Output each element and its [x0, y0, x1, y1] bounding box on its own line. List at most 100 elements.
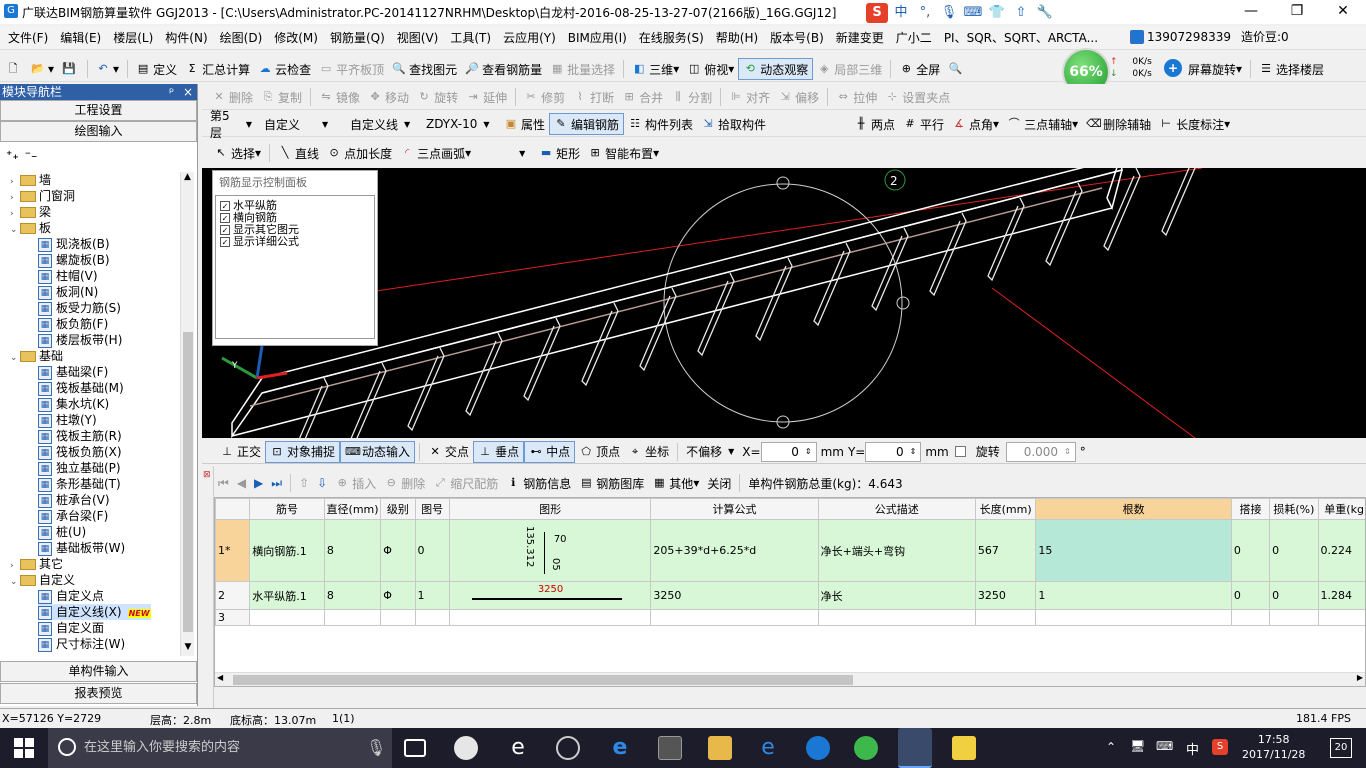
table-cell[interactable]: 3250: [650, 581, 819, 610]
tree-leaf[interactable]: ▦ 筏板主筋(R): [38, 428, 122, 444]
tree-leaf[interactable]: ▦ 基础梁(F): [38, 364, 108, 380]
panel-option[interactable]: ✓ 显示详细公式: [220, 236, 370, 248]
tree-folder[interactable]: › 其它: [10, 556, 63, 572]
report-preview-button[interactable]: 报表预览: [0, 683, 197, 704]
orbit-button[interactable]: ⟲ 动态观察: [738, 58, 814, 80]
scroll-down-icon[interactable]: ▼: [181, 642, 195, 656]
sogou-tray-icon[interactable]: S: [1212, 739, 1228, 755]
column-header[interactable]: 图号: [414, 498, 450, 520]
y-input[interactable]: 0 ⇕: [865, 441, 922, 462]
tree-folder[interactable]: ⌄ 自定义: [10, 572, 75, 588]
menu-item[interactable]: PI、SQR、SQRT、ARCTA...: [938, 27, 1104, 49]
tree-leaf[interactable]: ▦ 现浇板(B): [38, 236, 110, 252]
table-cell[interactable]: 1: [1035, 581, 1232, 610]
midpoint-button[interactable]: ⊷ 中点: [524, 440, 576, 463]
column-header[interactable]: 计算公式: [650, 498, 819, 520]
offset-select[interactable]: 不偏移 ▼: [682, 442, 738, 462]
tree-leaf[interactable]: ▦ 筏板基础(M): [38, 380, 124, 396]
column-header[interactable]: 单重(kg): [1317, 498, 1365, 520]
column-header[interactable]: 搭接: [1230, 498, 1271, 520]
view-rebar-qty-button[interactable]: 🔎 查看钢筋量: [461, 58, 546, 80]
tree-leaf[interactable]: ▦ 柱帽(V): [38, 268, 98, 284]
ime-toolbar[interactable]: S 中 °, 🎙 ⌨ 👕 ⇧ 🔧: [866, 2, 1058, 24]
checkbox[interactable]: ✓: [220, 225, 230, 235]
select-tool-button[interactable]: ↖ 选择 ▾: [210, 142, 265, 164]
glodon-g-icon[interactable]: [806, 736, 830, 760]
delete-axis-button[interactable]: ⌫ 删除辅轴: [1082, 113, 1155, 135]
floor-select[interactable]: 第5层 ▼: [206, 109, 256, 140]
spinner-icon[interactable]: ⇕: [910, 447, 917, 456]
table-cell[interactable]: 0: [1269, 581, 1319, 610]
edit-tool-button[interactable]: ⇋ 镜像: [315, 86, 364, 108]
save-button[interactable]: 💾: [58, 58, 83, 80]
project-settings-button[interactable]: 工程设置: [0, 100, 197, 121]
tree-leaf[interactable]: ▦ 承台梁(F): [38, 508, 108, 524]
rotate-checkbox[interactable]: [954, 446, 966, 457]
menu-item[interactable]: 文件(F): [2, 27, 54, 49]
table-cell[interactable]: 1*: [215, 519, 251, 582]
minimize-button[interactable]: —: [1228, 0, 1274, 24]
table-cell[interactable]: 0: [1230, 519, 1271, 582]
top-view-button[interactable]: ◫ 俯视 ▾: [683, 58, 738, 80]
menu-item[interactable]: 在线服务(S): [633, 27, 710, 49]
table-cell[interactable]: 1: [414, 581, 450, 610]
table-cell[interactable]: 横向钢筋.1: [249, 519, 325, 582]
table-cell[interactable]: 135.312 70 05: [448, 519, 652, 582]
table-cell[interactable]: [650, 609, 819, 626]
component-list-button[interactable]: ☷ 构件列表: [624, 113, 697, 135]
expander-icon[interactable]: ⌄: [10, 574, 20, 590]
zoom-search-button[interactable]: 🔍: [944, 58, 969, 80]
table-row[interactable]: 2 水平纵筋.1 8 Φ 1 3250 3250 净长 3250 1 0 0 1.284: [215, 581, 1365, 610]
table-cell[interactable]: [448, 609, 652, 626]
menu-item[interactable]: 绘图(D): [214, 27, 269, 49]
menu-item[interactable]: 新建变更: [830, 27, 890, 49]
tree-leaf[interactable]: ▦ 楼层板带(H): [38, 332, 122, 348]
tree-leaf[interactable]: ▦ 板负筋(F): [38, 316, 108, 332]
edit-tool-button[interactable]: ↻ 旋转: [413, 86, 462, 108]
scale-rebar-button[interactable]: ⤢ 缩尺配筋: [429, 472, 502, 494]
column-header[interactable]: 公式描述: [817, 498, 976, 520]
account-area[interactable]: 👤 13907298339 造价豆:0: [1130, 28, 1289, 45]
table-cell[interactable]: 8: [323, 581, 382, 610]
table-cell[interactable]: 3: [215, 609, 251, 626]
rectangle-tool-button[interactable]: ▬ 矩形: [535, 142, 584, 164]
tree-leaf[interactable]: ▦ 基础板带(W): [38, 540, 125, 556]
single-component-input-button[interactable]: 单构件输入: [0, 661, 197, 682]
category-select[interactable]: 自定义 ▼: [260, 114, 342, 134]
taskbar-search[interactable]: 在这里输入你要搜索的内容: [48, 728, 392, 768]
last-record-button[interactable]: ⏭: [267, 472, 286, 494]
menu-item[interactable]: BIM应用(I): [562, 27, 633, 49]
close-button[interactable]: ✕: [1320, 0, 1366, 24]
tree-leaf[interactable]: ▦ 自定义面: [38, 620, 104, 636]
tree-scrollbar[interactable]: ▲ ▼: [180, 172, 194, 656]
scroll-up-icon[interactable]: ▲: [181, 172, 194, 186]
table-cell[interactable]: [414, 609, 450, 626]
summary-calc-button[interactable]: Σ 汇总计算: [181, 58, 254, 80]
tree-leaf[interactable]: ▦ 自定义线(X) NEW: [38, 604, 151, 620]
edit-tool-button[interactable]: ✥ 移动: [364, 86, 413, 108]
column-header[interactable]: [215, 498, 251, 520]
dynamic-input-button[interactable]: ⌨ 动态输入: [340, 440, 416, 463]
column-header[interactable]: 级别: [380, 498, 416, 520]
edit-tool-button[interactable]: ⊹ 设置夹点: [881, 86, 954, 108]
skin-icon[interactable]: 👕: [986, 3, 1008, 23]
prev-record-button[interactable]: ◀: [233, 472, 250, 494]
table-cell[interactable]: 净长: [817, 581, 976, 610]
table-cell[interactable]: 0: [1230, 581, 1271, 610]
arc-option-select[interactable]: ▼: [475, 143, 531, 163]
element-select[interactable]: ZDYX-10 ▼: [422, 114, 496, 134]
table-cell[interactable]: [1230, 609, 1271, 626]
edit-tool-button[interactable]: ⫼ 分割: [667, 86, 716, 108]
sogou-logo-icon[interactable]: S: [866, 3, 888, 23]
checkbox[interactable]: ✓: [220, 201, 230, 211]
point-length-button[interactable]: ⊙ 点加长度: [323, 142, 396, 164]
subcategory-select[interactable]: 自定义线 ▼: [346, 114, 418, 134]
maximize-button[interactable]: ❐: [1274, 0, 1320, 24]
keyboard-icon[interactable]: ⌨: [1156, 739, 1173, 753]
ime-mode[interactable]: 中: [890, 3, 912, 23]
fullscreen-button[interactable]: ⊕ 全屏: [895, 58, 944, 80]
checkbox[interactable]: ✓: [220, 237, 230, 247]
menu-item[interactable]: 工具(T): [444, 27, 497, 49]
table-cell[interactable]: 0: [414, 519, 450, 582]
select-floor-button[interactable]: ☰ 选择楼层: [1255, 58, 1328, 80]
